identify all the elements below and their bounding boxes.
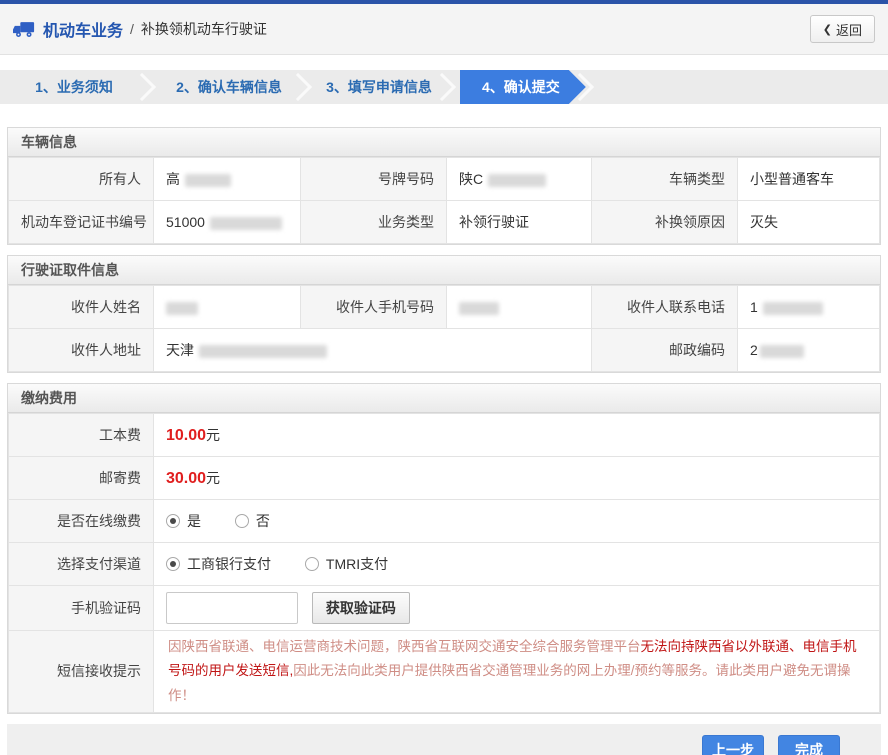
step-1-business-notice[interactable]: 1、业务须知 bbox=[0, 77, 148, 97]
table-row: 是否在线缴费 是 否 bbox=[9, 500, 880, 543]
recipient-address-label: 收件人地址 bbox=[9, 329, 154, 372]
radio-label: TMRI支付 bbox=[326, 554, 388, 574]
replacement-reason-value: 灭失 bbox=[738, 201, 880, 244]
recipient-phone-label: 收件人联系电话 bbox=[592, 286, 738, 329]
radio-checked-icon[interactable] bbox=[166, 514, 180, 528]
vehicle-type-value: 小型普通客车 bbox=[738, 158, 880, 201]
vehicle-info-section-title: 车辆信息 bbox=[8, 128, 880, 157]
plate-number-value: 陕C bbox=[447, 158, 592, 201]
online-payment-option-yes[interactable]: 是 bbox=[166, 511, 201, 531]
page-title: 机动车业务 bbox=[43, 17, 123, 41]
production-fee-amount: 10.00 bbox=[166, 427, 206, 444]
plate-number-label: 号牌号码 bbox=[301, 158, 447, 201]
redacted-text bbox=[210, 217, 282, 230]
registration-cert-value: 51000 bbox=[154, 201, 301, 244]
radio-label: 是 bbox=[187, 511, 201, 531]
footer-action-bar: 上一步 完成 bbox=[7, 724, 881, 755]
payment-section-title: 缴纳费用 bbox=[8, 384, 880, 413]
redacted-text bbox=[459, 302, 499, 315]
notice-text-light: 因陕西省联通、电信运营商技术问题，陕西省互联网交通安全综合服务管理平台 bbox=[168, 639, 641, 654]
redacted-text bbox=[760, 345, 804, 358]
payment-channel-option-tmri[interactable]: TMRI支付 bbox=[305, 554, 388, 574]
replacement-reason-label: 补换领原因 bbox=[592, 201, 738, 244]
table-row: 邮寄费 30.00元 bbox=[9, 457, 880, 500]
sms-code-label: 手机验证码 bbox=[9, 586, 154, 631]
postage-fee-amount: 30.00 bbox=[166, 470, 206, 487]
vehicle-info-section: 车辆信息 所有人 高 号牌号码 陕C 车辆类型 小型普通客车 机动车登记证书编号… bbox=[7, 127, 881, 245]
owner-label: 所有人 bbox=[9, 158, 154, 201]
table-row: 收件人姓名 收件人手机号码 收件人联系电话 1 bbox=[9, 286, 880, 329]
production-fee-unit: 元 bbox=[206, 427, 220, 443]
recipient-name-label: 收件人姓名 bbox=[9, 286, 154, 329]
postal-code-label: 邮政编码 bbox=[592, 329, 738, 372]
payment-channel-label: 选择支付渠道 bbox=[9, 543, 154, 586]
postal-code-value: 2 bbox=[738, 329, 880, 372]
back-button[interactable]: ❮ 返回 bbox=[810, 15, 875, 43]
pickup-info-section-title: 行驶证取件信息 bbox=[8, 256, 880, 285]
radio-label: 否 bbox=[256, 511, 270, 531]
payment-table: 工本费 10.00元 邮寄费 30.00元 是否在线缴费 是 否 bbox=[8, 413, 880, 713]
payment-channel-options: 工商银行支付 TMRI支付 bbox=[154, 543, 880, 586]
redacted-text bbox=[185, 174, 231, 187]
table-row: 工本费 10.00元 bbox=[9, 414, 880, 457]
table-row: 机动车登记证书编号 51000 业务类型 补领行驶证 补换领原因 灭失 bbox=[9, 201, 880, 244]
online-payment-label: 是否在线缴费 bbox=[9, 500, 154, 543]
chevron-left-icon: ❮ bbox=[823, 23, 832, 36]
payment-channel-option-icbc[interactable]: 工商银行支付 bbox=[166, 554, 271, 574]
table-row: 所有人 高 号牌号码 陕C 车辆类型 小型普通客车 bbox=[9, 158, 880, 201]
production-fee-value: 10.00元 bbox=[154, 414, 880, 457]
table-row: 收件人地址 天津 邮政编码 2 bbox=[9, 329, 880, 372]
radio-unchecked-icon[interactable] bbox=[235, 514, 249, 528]
table-row: 短信接收提示 因陕西省联通、电信运营商技术问题，陕西省互联网交通安全综合服务管理… bbox=[9, 631, 880, 713]
previous-step-button[interactable]: 上一步 bbox=[702, 735, 764, 755]
pickup-info-table: 收件人姓名 收件人手机号码 收件人联系电话 1 收件人地址 天津 邮政编码 2 bbox=[8, 285, 880, 372]
radio-checked-icon[interactable] bbox=[166, 557, 180, 571]
get-sms-code-button[interactable]: 获取验证码 bbox=[312, 592, 410, 624]
back-button-label: 返回 bbox=[836, 20, 862, 39]
owner-value: 高 bbox=[154, 158, 301, 201]
business-type-label: 业务类型 bbox=[301, 201, 447, 244]
postage-fee-unit: 元 bbox=[206, 470, 220, 486]
recipient-mobile-value bbox=[447, 286, 592, 329]
production-fee-label: 工本费 bbox=[9, 414, 154, 457]
step-2-confirm-vehicle[interactable]: 2、确认车辆信息 bbox=[154, 77, 304, 97]
radio-unchecked-icon[interactable] bbox=[305, 557, 319, 571]
radio-label: 工商银行支付 bbox=[187, 554, 271, 574]
payment-section: 缴纳费用 工本费 10.00元 邮寄费 30.00元 是否在线缴费 是 bbox=[7, 383, 881, 714]
recipient-mobile-label: 收件人手机号码 bbox=[301, 286, 447, 329]
table-row: 手机验证码 获取验证码 bbox=[9, 586, 880, 631]
sms-code-input[interactable] bbox=[166, 592, 298, 624]
breadcrumb-separator: / bbox=[130, 21, 134, 37]
finish-button[interactable]: 完成 bbox=[778, 735, 840, 755]
postage-fee-label: 邮寄费 bbox=[9, 457, 154, 500]
business-type-value: 补领行驶证 bbox=[447, 201, 592, 244]
registration-cert-label: 机动车登记证书编号 bbox=[9, 201, 154, 244]
vehicle-info-table: 所有人 高 号牌号码 陕C 车辆类型 小型普通客车 机动车登记证书编号 5100… bbox=[8, 157, 880, 244]
recipient-name-value bbox=[154, 286, 301, 329]
redacted-text bbox=[763, 302, 823, 315]
recipient-address-value: 天津 bbox=[154, 329, 592, 372]
redacted-text bbox=[199, 345, 327, 358]
sms-notice-text: 因陕西省联通、电信运营商技术问题，陕西省互联网交通安全综合服务管理平台无法向持陕… bbox=[154, 631, 880, 713]
breadcrumb-current: 补换领机动车行驶证 bbox=[141, 19, 267, 39]
page-header: 机动车业务 / 补换领机动车行驶证 ❮ 返回 bbox=[0, 4, 888, 55]
postage-fee-value: 30.00元 bbox=[154, 457, 880, 500]
vehicle-type-label: 车辆类型 bbox=[592, 158, 738, 201]
redacted-text bbox=[488, 174, 546, 187]
pickup-info-section: 行驶证取件信息 收件人姓名 收件人手机号码 收件人联系电话 1 收件人地址 天津… bbox=[7, 255, 881, 373]
recipient-phone-value: 1 bbox=[738, 286, 880, 329]
sms-code-field: 获取验证码 bbox=[154, 586, 880, 631]
table-row: 选择支付渠道 工商银行支付 TMRI支付 bbox=[9, 543, 880, 586]
sms-notice-label: 短信接收提示 bbox=[9, 631, 154, 713]
step-progress-bar: 1、业务须知 2、确认车辆信息 3、填写申请信息 4、确认提交 bbox=[0, 70, 888, 104]
truck-icon bbox=[13, 21, 35, 38]
redacted-text bbox=[166, 302, 198, 315]
online-payment-option-no[interactable]: 否 bbox=[235, 511, 270, 531]
online-payment-options: 是 否 bbox=[154, 500, 880, 543]
